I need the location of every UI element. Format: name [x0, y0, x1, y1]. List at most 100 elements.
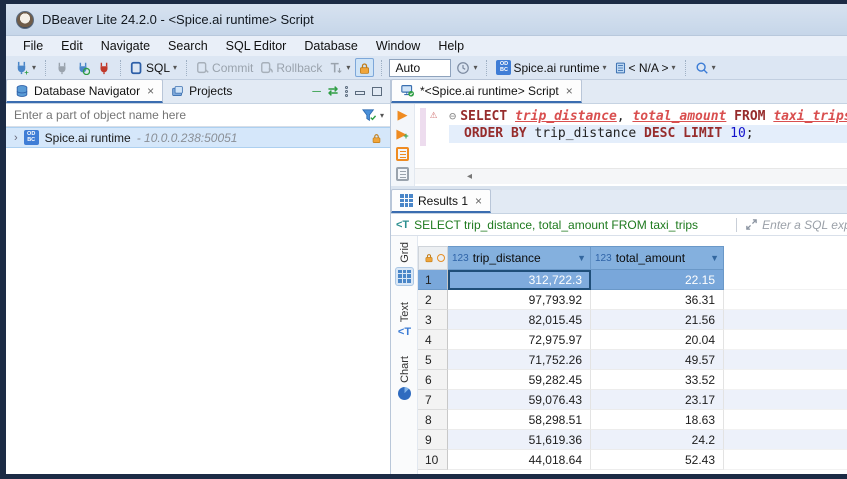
- cell-total-amount[interactable]: 23.17: [591, 390, 724, 410]
- object-filter-input[interactable]: [6, 108, 361, 122]
- menu-edit[interactable]: Edit: [52, 37, 92, 55]
- row-number-cell[interactable]: 10: [418, 450, 448, 470]
- cell-total-amount[interactable]: 36.31: [591, 290, 724, 310]
- caret-down-icon[interactable]: ▾: [473, 63, 477, 72]
- cell-trip-distance[interactable]: 72,975.97: [448, 330, 591, 350]
- execute-new-tab-button[interactable]: ▶+: [396, 127, 408, 141]
- scroll-left-icon[interactable]: ◂: [467, 171, 472, 182]
- menu-file[interactable]: File: [14, 37, 52, 55]
- search-button[interactable]: ▾: [693, 60, 718, 76]
- autocommit-lock-toggle[interactable]: [355, 58, 374, 76]
- menu-help[interactable]: Help: [429, 37, 473, 55]
- menu-navigate[interactable]: Navigate: [92, 37, 159, 55]
- plug-refresh-icon: [76, 61, 90, 75]
- caret-down-icon[interactable]: ▾: [712, 63, 716, 72]
- active-schema-selector[interactable]: < N/A > ▾: [612, 60, 678, 76]
- cell-trip-distance[interactable]: 82,015.45: [448, 310, 591, 330]
- menu-search[interactable]: Search: [159, 37, 217, 55]
- sql-line-2[interactable]: ORDER BY trip_distance DESC LIMIT 10;: [449, 125, 847, 143]
- cell-total-amount[interactable]: 49.57: [591, 350, 724, 370]
- row-number-cell[interactable]: 3: [418, 310, 448, 330]
- connect-button[interactable]: [53, 60, 71, 76]
- sql-token: total_amount: [632, 109, 726, 124]
- execute-script-natively-button[interactable]: [396, 167, 409, 181]
- column-header-total-amount[interactable]: 123 total_amount ▼: [591, 246, 724, 270]
- menu-sql-editor[interactable]: SQL Editor: [217, 37, 296, 55]
- cell-total-amount[interactable]: 22.15: [591, 270, 724, 290]
- chevron-expand-icon[interactable]: ›: [14, 132, 18, 144]
- menu-database[interactable]: Database: [295, 37, 367, 55]
- connection-tree-item[interactable]: › ODBC Spice.ai runtime - 10.0.0.238:500…: [6, 127, 390, 148]
- sql-line-1[interactable]: ⊖SELECT trip_distance, total_amount FROM…: [449, 107, 847, 125]
- transaction-log-button[interactable]: ▾: [327, 60, 352, 76]
- minimize-panel-icon[interactable]: [355, 91, 365, 95]
- link-with-editor-icon[interactable]: ⇄: [328, 84, 338, 98]
- tab-projects[interactable]: Projects: [163, 79, 240, 103]
- maximize-panel-icon[interactable]: [372, 87, 382, 96]
- reconnect-button[interactable]: [74, 60, 92, 76]
- expression-placeholder[interactable]: Enter a SQL expression to: [762, 218, 847, 232]
- row-number-cell[interactable]: 2: [418, 290, 448, 310]
- caret-down-icon[interactable]: ▾: [173, 63, 177, 72]
- active-connection-selector[interactable]: ODBC Spice.ai runtime ▾: [494, 59, 608, 76]
- cell-total-amount[interactable]: 52.43: [591, 450, 724, 470]
- commit-button[interactable]: Commit: [194, 60, 255, 76]
- fold-collapse-icon[interactable]: ⊖: [449, 109, 456, 123]
- plug-icon: [55, 61, 69, 75]
- column-header-trip-distance[interactable]: 123 trip_distance ▼: [448, 246, 591, 270]
- tab-results-1[interactable]: Results 1 ×: [391, 189, 491, 213]
- cell-trip-distance[interactable]: 59,282.45: [448, 370, 591, 390]
- cell-trip-distance[interactable]: 51,619.36: [448, 430, 591, 450]
- close-icon[interactable]: ×: [147, 84, 154, 98]
- cell-total-amount[interactable]: 20.04: [591, 330, 724, 350]
- row-number-cell[interactable]: 5: [418, 350, 448, 370]
- sql-editor-area[interactable]: ⚠ ⊖SELECT trip_distance, total_amount FR…: [415, 104, 847, 168]
- plug-disconnect-icon: [97, 61, 111, 75]
- sql-editor-button[interactable]: SQL ▾: [128, 60, 179, 76]
- transaction-history-button[interactable]: ▾: [454, 60, 479, 76]
- new-connection-button[interactable]: + ▾: [12, 59, 38, 76]
- tab-database-navigator[interactable]: Database Navigator ×: [6, 79, 163, 103]
- caret-down-icon[interactable]: ▾: [380, 111, 384, 120]
- row-number-cell[interactable]: 8: [418, 410, 448, 430]
- tab-chart-presentation[interactable]: Chart: [391, 356, 418, 400]
- row-number-cell[interactable]: 6: [418, 370, 448, 390]
- cell-trip-distance[interactable]: 312,722.3: [448, 270, 591, 290]
- cell-trip-distance[interactable]: 44,018.64: [448, 450, 591, 470]
- collapse-all-icon[interactable]: ─: [312, 84, 321, 98]
- expand-filter-icon[interactable]: [745, 218, 758, 231]
- cell-total-amount[interactable]: 21.56: [591, 310, 724, 330]
- caret-down-icon[interactable]: ▾: [672, 63, 676, 72]
- cell-trip-distance[interactable]: 59,076.43: [448, 390, 591, 410]
- tab-grid-presentation[interactable]: Grid: [391, 242, 418, 286]
- filter-funnel-icon[interactable]: [361, 108, 377, 122]
- execute-script-button[interactable]: [396, 147, 409, 161]
- execute-statement-button[interactable]: ▶: [398, 108, 408, 121]
- cell-total-amount[interactable]: 18.63: [591, 410, 724, 430]
- caret-down-icon[interactable]: ▾: [346, 63, 350, 72]
- row-number-cell[interactable]: 4: [418, 330, 448, 350]
- close-icon[interactable]: ×: [475, 194, 482, 208]
- cell-total-amount[interactable]: 24.2: [591, 430, 724, 450]
- grid-corner-cell[interactable]: [418, 246, 448, 270]
- row-number-cell[interactable]: 7: [418, 390, 448, 410]
- sort-dropdown-icon[interactable]: ▼: [577, 253, 586, 263]
- row-number-cell[interactable]: 1: [418, 270, 448, 290]
- editor-horizontal-scrollbar[interactable]: ◂: [415, 168, 847, 184]
- row-number-cell[interactable]: 9: [418, 430, 448, 450]
- autocommit-mode-combo[interactable]: [389, 59, 451, 77]
- disconnect-button[interactable]: [95, 60, 113, 76]
- rollback-button[interactable]: Rollback: [258, 60, 324, 76]
- view-menu-icon[interactable]: [345, 86, 348, 97]
- cell-total-amount[interactable]: 33.52: [591, 370, 724, 390]
- caret-down-icon[interactable]: ▾: [603, 63, 607, 72]
- sort-dropdown-icon[interactable]: ▼: [710, 253, 719, 263]
- tab-text-presentation[interactable]: Text <T: [391, 302, 418, 338]
- cell-trip-distance[interactable]: 97,793.92: [448, 290, 591, 310]
- close-icon[interactable]: ×: [566, 84, 573, 98]
- cell-trip-distance[interactable]: 58,298.51: [448, 410, 591, 430]
- menu-window[interactable]: Window: [367, 37, 429, 55]
- tab-sql-script[interactable]: *<Spice.ai runtime> Script ×: [391, 79, 582, 103]
- caret-down-icon[interactable]: ▾: [32, 63, 36, 72]
- cell-trip-distance[interactable]: 71,752.26: [448, 350, 591, 370]
